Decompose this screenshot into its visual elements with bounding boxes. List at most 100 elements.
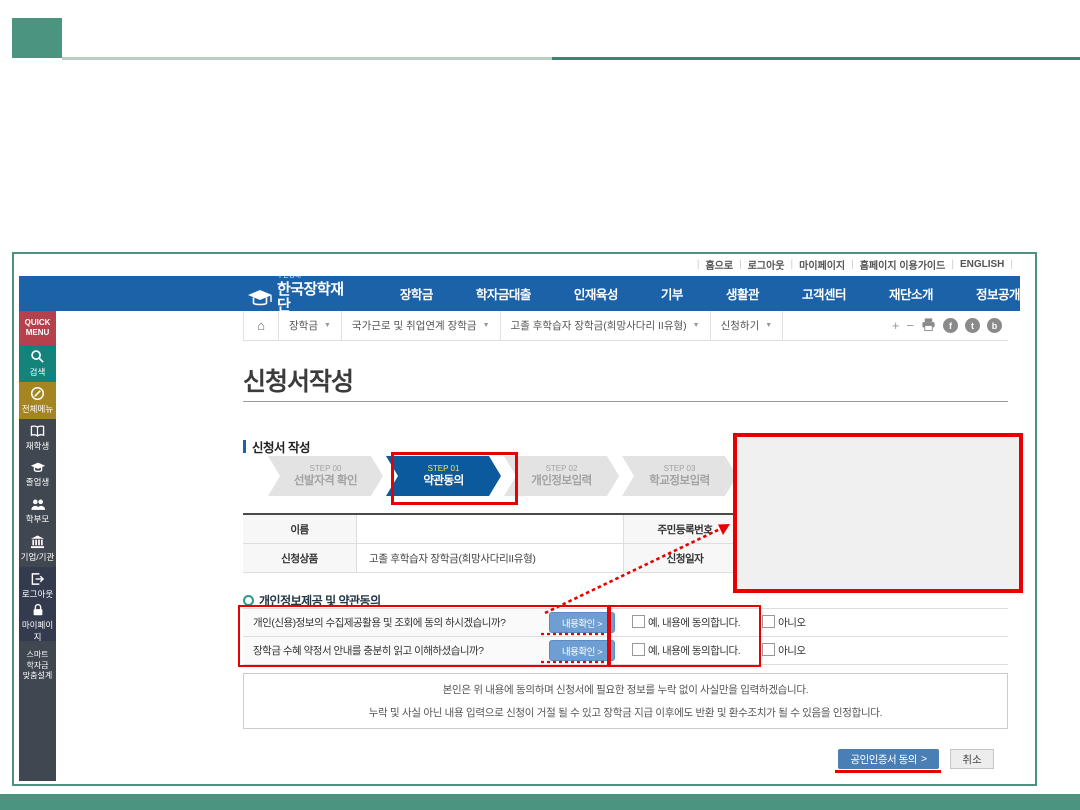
sidebar-item-label: 스마트 [26,650,48,661]
bank-icon [30,535,45,549]
main-navbar: 푸른등대 한국장학재단 장학금 학자금대출 인재육성 기부 생활관 고객센터 재… [19,276,1020,311]
slide-divider-dark [552,57,1080,60]
agree-no-option: 아니오 [762,615,805,630]
gradcap-icon [247,289,273,314]
divider: | [739,259,742,270]
quick-menu-header-line: QUICK [25,318,51,328]
no-label: 아니오 [778,645,805,657]
link-mypage[interactable]: 마이페이지 [799,257,845,272]
breadcrumb-scholarship[interactable]: 장학금 ▼ [279,311,342,340]
certificate-button-annotation-underline [835,770,941,773]
active-step-annotation-box [391,452,518,505]
chevron-down-icon: ▼ [765,322,772,329]
divider: | [697,259,700,270]
cell-date-header: 신청일자 [624,544,747,572]
blog-icon[interactable]: b [987,318,1002,333]
cancel-button[interactable]: 취소 [950,749,994,769]
screenshot-frame: | 홈으로 | 로그아웃 | 마이페이지 | 홈페이지 이용가이드 | ENGL… [12,252,1037,786]
search-icon [30,349,45,364]
sidebar-item-label: 기업/기관 [21,551,55,563]
sidebar-item-label: 로그아웃 [22,588,53,600]
sidebar-item-search[interactable]: 검색 [19,345,56,382]
step-03-school-info: STEP 03 학교정보입력 [622,456,737,496]
chevron-down-icon: ▼ [324,322,331,329]
sidebar-item-all-menu[interactable]: 전체메뉴 [19,382,56,419]
breadcrumb-program[interactable]: 고졸 후학습자 장학금(희망사다리 II유형) ▼ [501,311,711,340]
sidebar-item-parents[interactable]: 학부모 [19,493,56,530]
quick-menu-header-line: MENU [26,328,50,338]
divider: | [791,259,794,270]
divider: | [851,259,854,270]
twitter-icon[interactable]: t [965,318,980,333]
zoom-out-button[interactable]: − [906,318,914,333]
questions-annotation-box [238,605,609,667]
sidebar-item-mypage[interactable]: 마이페이지 [19,604,56,641]
sidebar-item-smart-planner[interactable]: 스마트 학자금 맞춤설계 [19,641,56,691]
certificate-agree-label: 공인인증서 동의 [850,752,917,767]
chevron-down-icon: ▼ [693,322,700,329]
nav-item-loans[interactable]: 학자금대출 [476,284,531,303]
link-english[interactable]: ENGLISH [960,259,1004,270]
nav-item-donation[interactable]: 기부 [661,284,683,303]
cell-name-header: 이름 [243,515,356,543]
section-title-text: 신청서 작성 [252,437,310,456]
page-title: 신청서작성 [243,362,353,398]
sidebar-item-label: 검색 [30,366,46,378]
nav-item-disclosure[interactable]: 정보공개 [976,284,1020,303]
arrow-right-icon: > [921,753,927,765]
no-checkbox[interactable] [762,615,775,628]
zoom-in-button[interactable]: + [892,318,900,333]
step-label: 개인정보입력 [504,474,619,488]
divider: | [951,259,954,270]
step-02-personal-info: STEP 02 개인정보입력 [504,456,619,496]
breadcrumb-apply[interactable]: 신청하기 ▼ [711,311,784,340]
nav-item-about[interactable]: 재단소개 [889,284,933,303]
sidebar-item-label: 맞춤설계 [23,671,52,682]
breadcrumb-home[interactable]: ⌂ [243,311,279,340]
quick-menu-sidebar: QUICK MENU 검색 전체메뉴 재학생 졸업생 [19,311,56,781]
logo-tagline: 푸른등대 [277,273,352,280]
nav-item-dormitory[interactable]: 생활관 [726,284,759,303]
sidebar-item-label: 학부모 [26,513,49,525]
cell-name-value [356,515,624,543]
step-label: 학교정보입력 [622,474,737,488]
slide-divider-light [62,57,552,60]
breadcrumb-label: 신청하기 [721,318,760,333]
nav-item-customer-center[interactable]: 고객센터 [802,284,846,303]
terms-popup-annotation-box [733,433,1023,593]
link-home[interactable]: 홈으로 [705,257,733,272]
quick-menu-header: QUICK MENU [19,311,56,345]
logout-icon [30,572,45,586]
certificate-agree-button[interactable]: 공인인증서 동의 > [838,749,939,769]
sidebar-item-graduate[interactable]: 졸업생 [19,456,56,493]
facebook-icon[interactable]: f [943,318,958,333]
notice-line: 본인은 위 내용에 동의하며 신청서에 필요한 정보를 누락 없이 사실만을 입… [443,682,809,697]
step-number: STEP 02 [504,464,619,474]
breadcrumb-label: 고졸 후학습자 장학금(희망사다리 II유형) [511,318,687,333]
foundation-logo[interactable]: 푸른등대 한국장학재단 [247,273,352,314]
notice-line: 누락 및 사실 아닌 내용 입력으로 신청이 거절 될 수 있고 장학금 지급 … [369,705,883,720]
nav-menu: 장학금 학자금대출 인재육성 기부 생활관 고객센터 재단소개 정보공개 [400,284,1020,303]
link-guide[interactable]: 홈페이지 이용가이드 [860,257,946,272]
link-logout[interactable]: 로그아웃 [748,257,785,272]
no-label: 아니오 [778,617,805,629]
chevron-down-icon: ▼ [483,322,490,329]
breadcrumb-work-study[interactable]: 국가근로 및 취업연계 장학금 ▼ [342,311,501,340]
sidebar-item-corporation[interactable]: 기업/기관 [19,530,56,567]
logo-name: 한국장학재단 [277,281,344,314]
cell-product-header: 신청상품 [243,544,356,572]
nav-item-talent[interactable]: 인재육성 [574,284,618,303]
step-number: STEP 00 [268,464,383,474]
sidebar-item-label: 재학생 [26,440,49,452]
slide-accent-square [12,18,62,58]
print-icon[interactable] [921,317,936,335]
no-checkbox[interactable] [762,643,775,656]
sidebar-item-enrolled-student[interactable]: 재학생 [19,419,56,456]
sidebar-item-logout[interactable]: 로그아웃 [19,567,56,604]
section-accent-bar [243,440,246,453]
section-title: 신청서 작성 [243,437,310,456]
title-divider [243,401,1008,402]
nav-item-scholarship[interactable]: 장학금 [400,284,433,303]
sidebar-item-label: 학자금 [26,661,48,672]
utility-links: | 홈으로 | 로그아웃 | 마이페이지 | 홈페이지 이용가이드 | ENGL… [697,257,1013,272]
